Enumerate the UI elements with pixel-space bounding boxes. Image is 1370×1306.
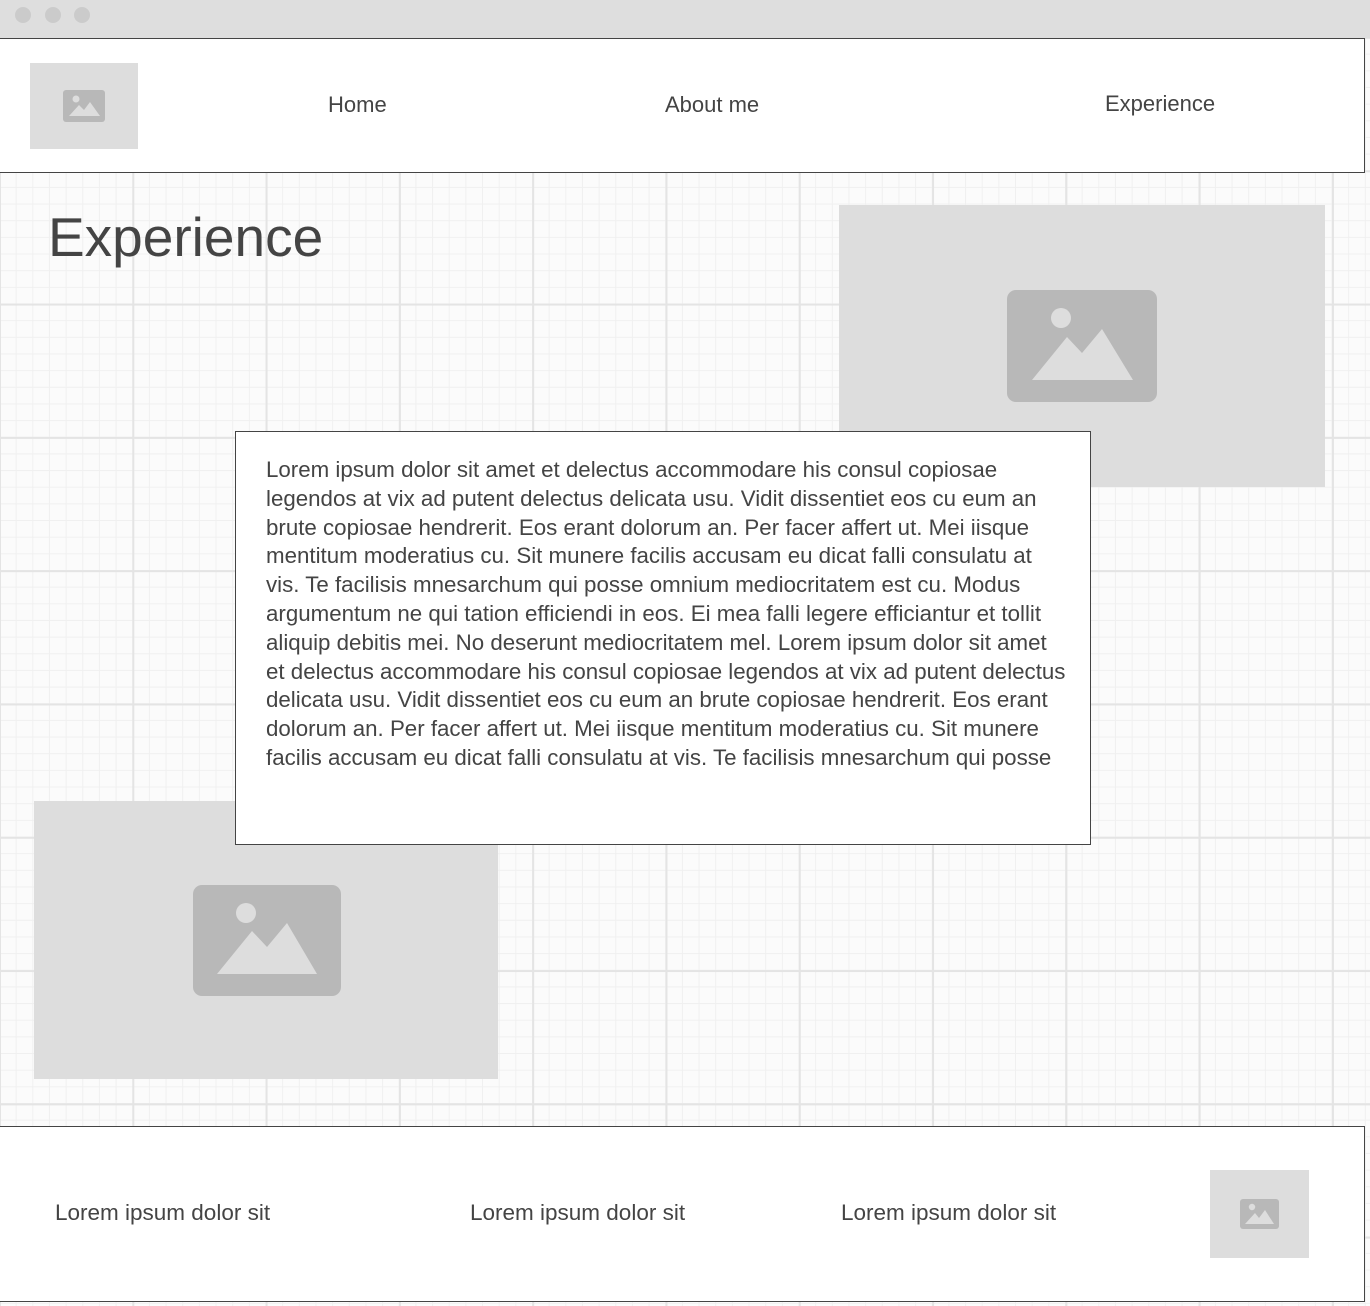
image-placeholder-icon [1007,290,1157,402]
footer-link-1[interactable]: Lorem ipsum dolor sit [55,1200,270,1226]
nav-about-link[interactable]: About me [665,92,759,118]
nav-home-link[interactable]: Home [328,92,387,118]
image-placeholder-icon [1240,1199,1279,1229]
footer-logo[interactable] [1210,1170,1309,1258]
experience-text-card: Lorem ipsum dolor sit amet et delectus a… [235,431,1091,845]
experience-body-text: Lorem ipsum dolor sit amet et delectus a… [266,457,1066,770]
window-titlebar [0,0,1370,38]
image-placeholder-icon [193,885,341,996]
footer-link-3[interactable]: Lorem ipsum dolor sit [841,1200,1056,1226]
nav-experience-link[interactable]: Experience [1105,91,1215,117]
header-logo[interactable] [30,63,138,149]
window-minimize-dot[interactable] [45,7,61,23]
image-placeholder-icon [63,90,105,122]
footer-link-2[interactable]: Lorem ipsum dolor sit [470,1200,685,1226]
page-title: Experience [48,206,324,268]
window-close-dot[interactable] [15,7,31,23]
window-maximize-dot[interactable] [74,7,90,23]
